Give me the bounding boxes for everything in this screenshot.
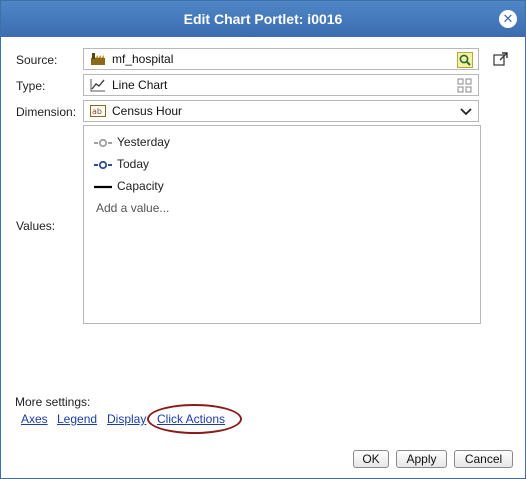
value-label: Yesterday <box>117 135 170 149</box>
search-icon[interactable] <box>457 52 473 71</box>
value-item-capacity[interactable]: Capacity <box>94 177 164 195</box>
dimension-label: Dimension: <box>16 105 77 119</box>
type-label: Type: <box>16 79 46 93</box>
close-icon[interactable]: ✕ <box>499 10 517 28</box>
values-list: Yesterday Today Capacity Add a value... <box>83 125 481 324</box>
add-value-input[interactable]: Add a value... <box>96 201 169 215</box>
apply-button[interactable]: Apply <box>396 450 447 468</box>
value-label: Today <box>117 157 150 171</box>
popout-icon[interactable] <box>493 51 509 67</box>
dialog-titlebar: Edit Chart Portlet: i0016 ✕ <box>1 1 525 37</box>
values-label: Values: <box>16 219 56 233</box>
value-label: Capacity <box>117 179 164 193</box>
source-label: Source: <box>16 53 58 67</box>
click-actions-link[interactable]: Click Actions <box>157 412 225 426</box>
axes-link[interactable]: Axes <box>21 412 48 426</box>
display-link[interactable]: Display <box>107 412 146 426</box>
line-chart-icon <box>90 78 106 92</box>
legend-link[interactable]: Legend <box>57 412 97 426</box>
source-value: mf_hospital <box>112 52 174 66</box>
dashed-circle-marker-icon <box>94 159 112 170</box>
dashed-circle-marker-icon <box>94 137 112 148</box>
type-field[interactable]: Line Chart <box>83 74 479 96</box>
svg-text:ab: ab <box>92 107 102 116</box>
solid-line-icon <box>94 181 112 191</box>
text-type-icon: ab <box>90 104 106 118</box>
dimension-dropdown[interactable]: ab Census Hour <box>83 100 479 122</box>
dialog-title: Edit Chart Portlet: i0016 <box>183 11 343 27</box>
value-item-yesterday[interactable]: Yesterday <box>94 133 170 151</box>
grid-icon[interactable] <box>457 78 473 97</box>
chevron-down-icon[interactable] <box>459 105 473 122</box>
edit-chart-portlet-dialog: Edit Chart Portlet: i0016 ✕ Source: mf_h… <box>0 0 526 479</box>
ok-button[interactable]: OK <box>353 450 389 468</box>
dimension-value: Census Hour <box>112 104 183 118</box>
cancel-button[interactable]: Cancel <box>454 450 513 468</box>
more-settings-label: More settings: <box>15 395 91 409</box>
source-field[interactable]: mf_hospital <box>83 48 479 70</box>
type-value: Line Chart <box>112 78 168 92</box>
value-item-today[interactable]: Today <box>94 155 149 173</box>
factory-icon <box>90 52 106 66</box>
